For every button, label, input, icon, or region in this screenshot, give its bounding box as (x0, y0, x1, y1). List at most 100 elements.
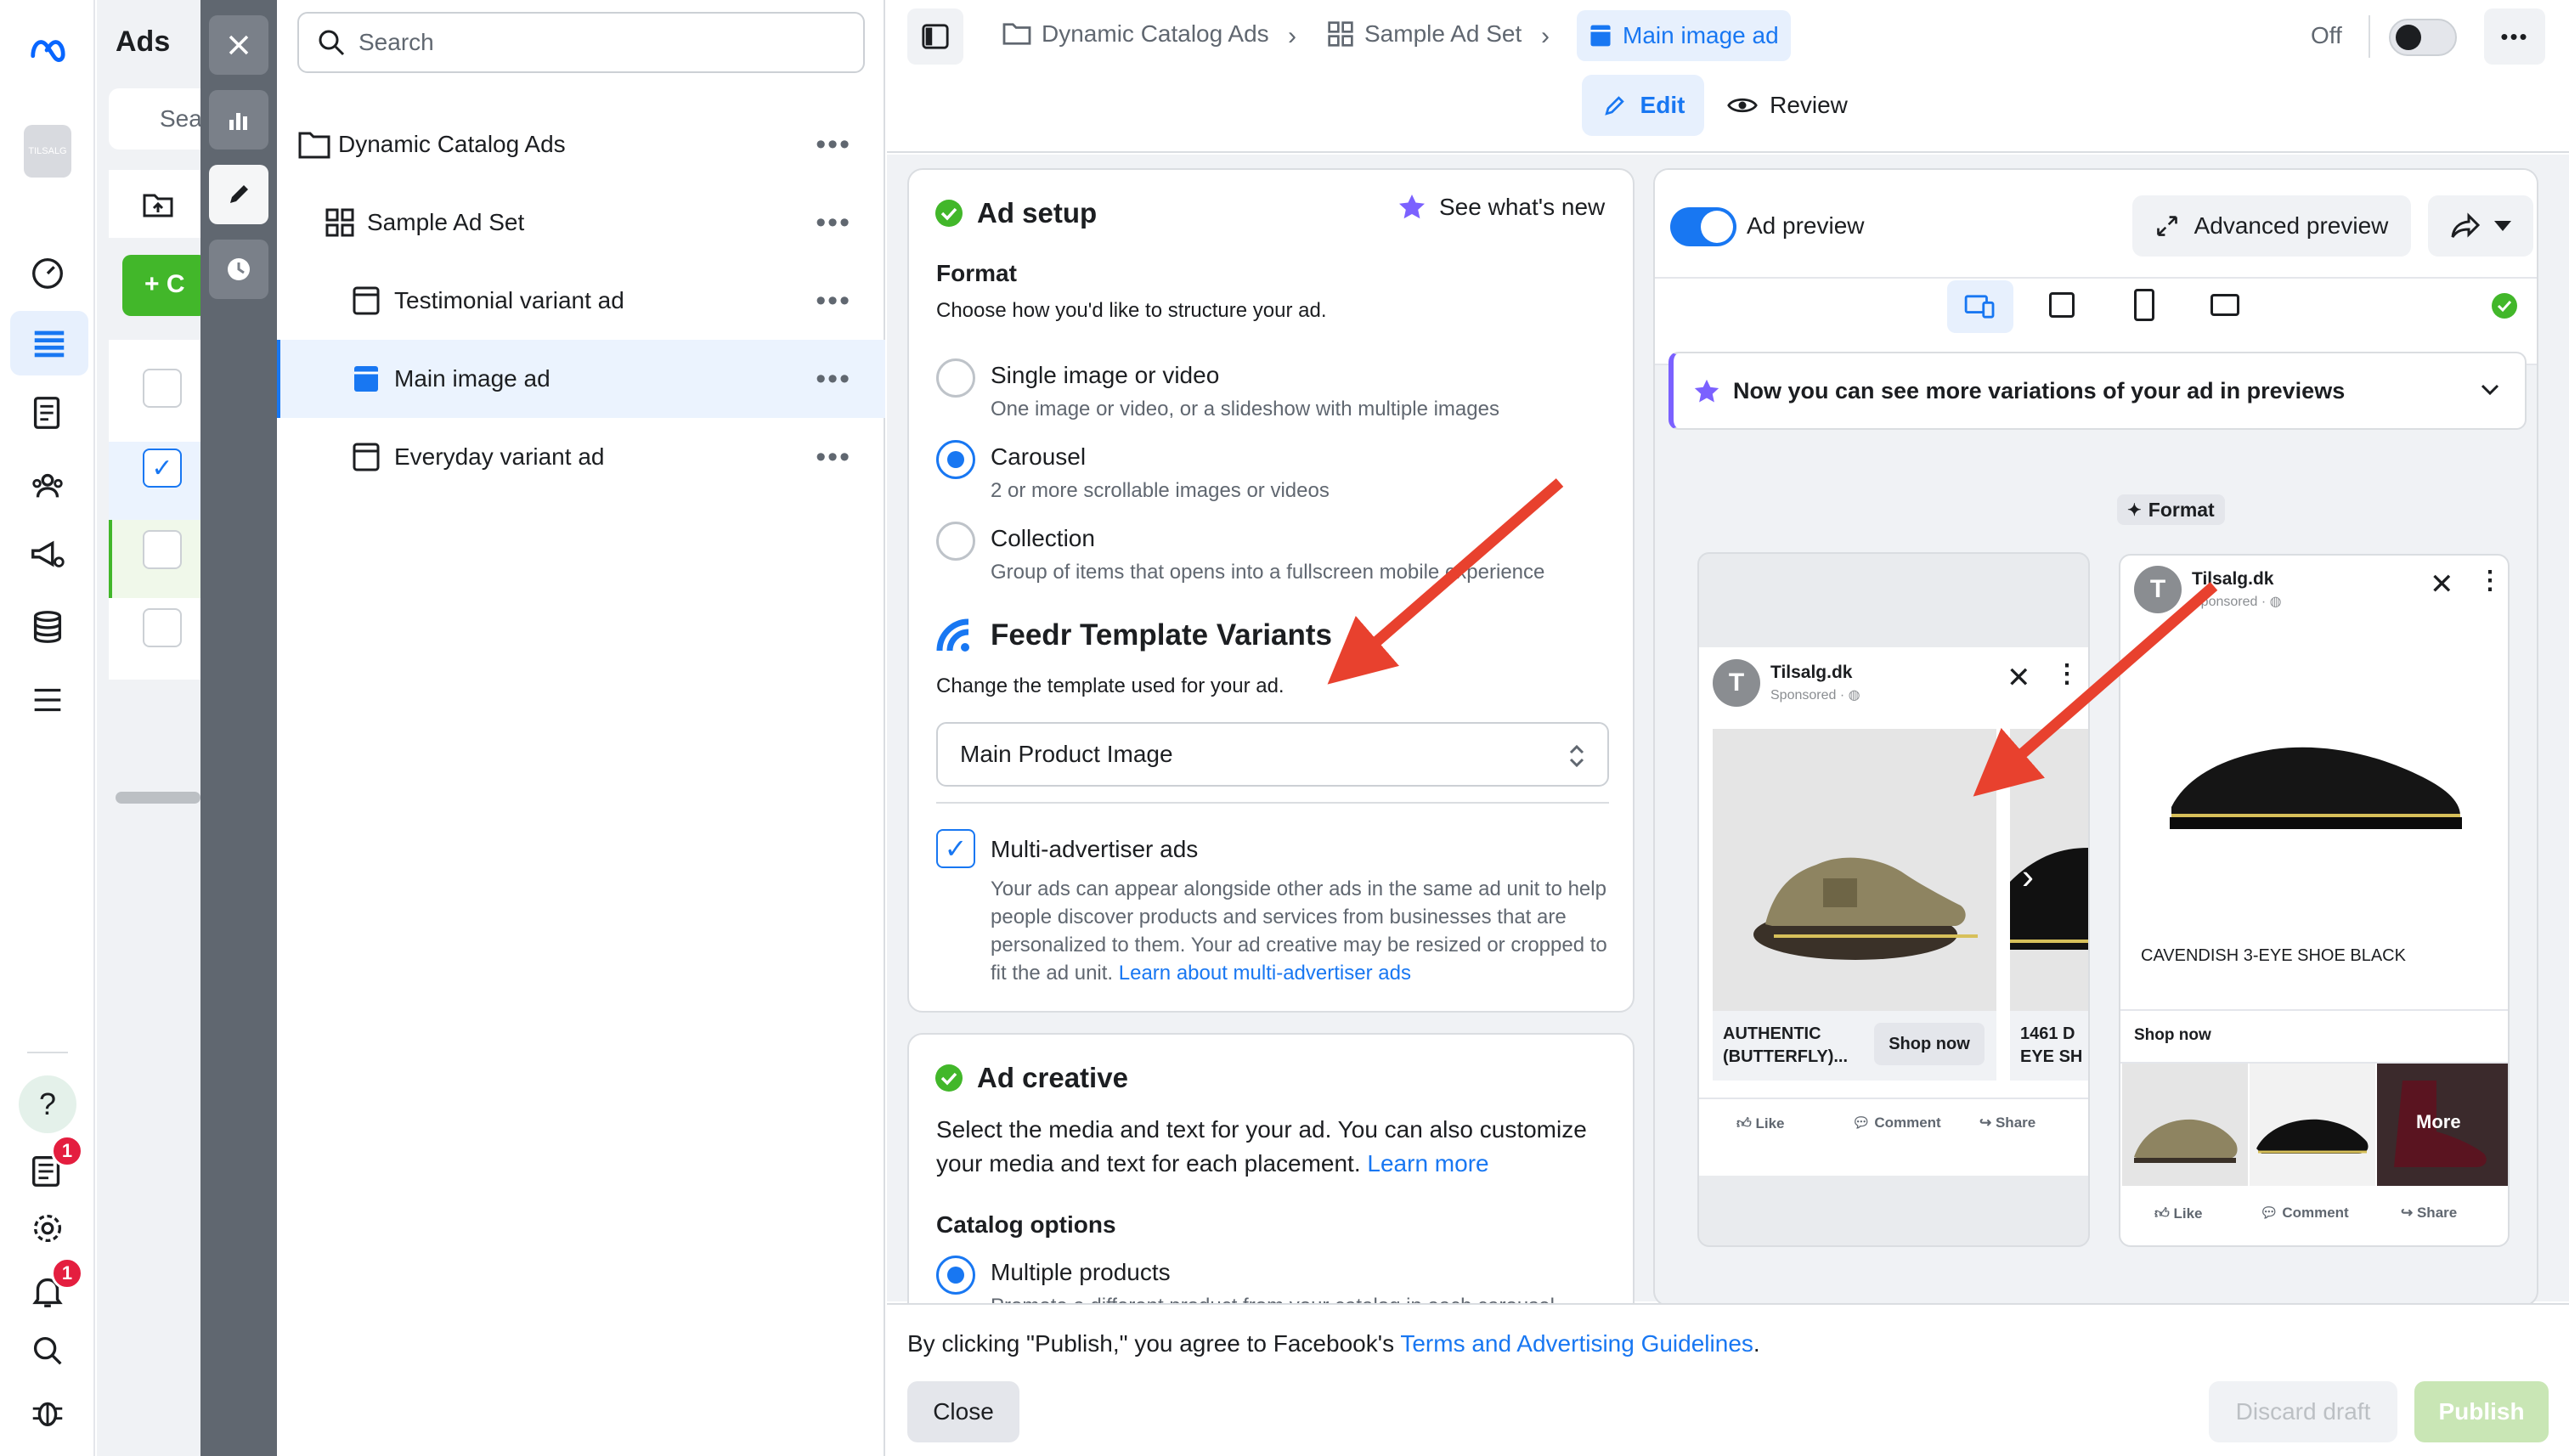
more-options-icon[interactable]: ••• (816, 363, 851, 396)
tree-item-ad[interactable]: Everyday variant ad ••• (277, 418, 885, 496)
like-action[interactable]: 👍︎ Like (2154, 1205, 2203, 1222)
meta-logo-icon[interactable] (24, 27, 71, 75)
ads-search-partial[interactable]: Sea (109, 88, 211, 150)
collection-thumb[interactable] (2250, 1064, 2375, 1186)
placement-desktop-mobile-tab[interactable] (1947, 280, 2013, 333)
more-options-icon[interactable]: ••• (816, 206, 851, 240)
edit-pencil-button[interactable] (209, 165, 268, 224)
format-chip: ✦ Format (2117, 494, 2225, 525)
format-option-label: Carousel (991, 443, 1087, 470)
tree-item-ad[interactable]: Testimonial variant ad ••• (277, 262, 885, 340)
advanced-preview-button[interactable]: Advanced preview (2132, 195, 2411, 257)
row-checkbox[interactable] (143, 369, 182, 408)
expand-icon (2156, 216, 2177, 236)
placement-horizontal-icon[interactable] (2210, 294, 2239, 316)
breadcrumb-campaign[interactable]: Dynamic Catalog Ads (1002, 20, 1269, 48)
search-icon[interactable] (24, 1327, 71, 1374)
share-preview-button[interactable] (2428, 195, 2533, 257)
left-nav-rail: TILSALG ? 1 1 (0, 0, 95, 1456)
tree-item-campaign[interactable]: Dynamic Catalog Ads ••• (277, 105, 885, 183)
pencil-icon (230, 185, 248, 203)
carousel-next-chevron-icon[interactable]: › (2022, 856, 2034, 897)
see-whats-new-link[interactable]: See what's new (1397, 192, 1605, 223)
format-radio-single[interactable] (936, 358, 975, 398)
terms-link[interactable]: Terms and Advertising Guidelines (1400, 1330, 1753, 1357)
shop-now-button[interactable]: Shop now (1874, 1023, 1985, 1065)
publish-bar: By clicking "Publish," you agree to Face… (887, 1303, 2569, 1456)
all-tools-menu-icon[interactable] (24, 676, 71, 724)
horizontal-scrollbar[interactable] (116, 792, 200, 804)
ad-creative-card: Ad creative Select the media and text fo… (907, 1033, 1635, 1322)
preview-variations-banner[interactable]: Now you can see more variations of your … (1668, 352, 2527, 430)
more-options-button[interactable]: ••• (2484, 8, 2545, 65)
format-option-desc: One image or video, or a slideshow with … (991, 398, 1499, 420)
multi-advertiser-checkbox[interactable]: ✓ (936, 829, 975, 868)
placement-square-icon[interactable] (2049, 292, 2075, 318)
template-select[interactable]: Main Product Image (936, 722, 1609, 787)
tree-search-input[interactable]: Search (297, 12, 865, 73)
placement-vertical-icon[interactable] (2134, 289, 2154, 321)
help-icon[interactable]: ? (19, 1075, 76, 1133)
learn-more-link[interactable]: Learn more (1367, 1150, 1488, 1177)
comment-action[interactable]: 💬︎ Comment (2260, 1205, 2349, 1222)
more-options-icon[interactable]: ••• (816, 128, 851, 161)
campaigns-table-icon[interactable] (10, 311, 88, 375)
format-option-label: Collection (991, 525, 1095, 551)
collection-thumb[interactable] (2122, 1064, 2248, 1186)
multi-advertiser-label: Multi-advertiser ads (991, 836, 1199, 862)
row-checkbox[interactable] (143, 608, 182, 647)
format-radio-carousel[interactable] (936, 440, 975, 479)
learn-multi-advertiser-link[interactable]: Learn about multi-advertiser ads (1119, 962, 1411, 985)
create-button-partial[interactable]: + C (122, 255, 207, 316)
check-circle-icon (935, 200, 963, 227)
share-action[interactable]: ↪ Share (1979, 1115, 2035, 1132)
grid-icon (1328, 21, 1353, 47)
advertising-settings-icon[interactable] (24, 530, 71, 578)
page-avatar: T (2134, 566, 2182, 613)
ad-preview-toggle[interactable] (1670, 207, 1736, 246)
more-options-icon[interactable]: ••• (816, 441, 851, 474)
editor-side-toolbar (200, 0, 277, 1456)
folder-upload-icon[interactable] (141, 187, 175, 221)
history-button[interactable] (209, 240, 268, 299)
sparkle-icon: ✦ (2127, 500, 2142, 520)
more-vertical-icon[interactable]: ⋮ (2477, 566, 2503, 595)
close-icon[interactable]: ✕ (2430, 567, 2454, 601)
carousel-image-next: › (2010, 729, 2088, 1011)
publish-button[interactable]: Publish (2414, 1381, 2549, 1442)
tab-edit[interactable]: Edit (1582, 75, 1704, 136)
more-vertical-icon[interactable]: ⋮ (2054, 659, 2080, 689)
format-radio-collection[interactable] (936, 522, 975, 561)
bug-report-icon[interactable] (24, 1388, 71, 1436)
collection-thumb-more[interactable]: More (2377, 1064, 2508, 1186)
discard-draft-button[interactable]: Discard draft (2209, 1381, 2397, 1442)
tree-item-ad-selected[interactable]: Main image ad ••• (277, 340, 885, 418)
comment-action[interactable]: 💬︎ Comment (1852, 1115, 1941, 1132)
account-avatar[interactable]: TILSALG (24, 125, 71, 178)
close-icon[interactable]: ✕ (2007, 661, 2031, 695)
tab-review[interactable]: Review (1718, 75, 1857, 136)
reports-icon[interactable] (24, 389, 71, 437)
shop-now-label[interactable]: Shop now (2134, 1026, 2211, 1045)
close-button[interactable]: Close (907, 1381, 1019, 1442)
data-sources-icon[interactable] (24, 603, 71, 651)
like-action[interactable]: 👍︎ Like (1736, 1115, 1785, 1132)
audiences-icon[interactable] (24, 462, 71, 510)
row-checkbox[interactable] (143, 530, 182, 569)
catalog-radio-multiple[interactable] (936, 1256, 975, 1295)
share-action[interactable]: ↪ Share (2401, 1205, 2457, 1222)
settings-gear-icon[interactable] (24, 1205, 71, 1252)
tree-item-ad-set[interactable]: Sample Ad Set ••• (277, 183, 885, 262)
breadcrumb-ad-set[interactable]: Sample Ad Set (1327, 20, 1522, 48)
insights-chart-button[interactable] (209, 90, 268, 150)
row-checkbox-checked[interactable]: ✓ (143, 449, 182, 488)
eye-icon (1727, 98, 1758, 113)
close-panel-button[interactable] (209, 15, 268, 75)
ad-on-off-toggle[interactable] (2389, 19, 2457, 56)
tree-item-label: Everyday variant ad (394, 443, 605, 470)
breadcrumb-ad-current[interactable]: Main image ad (1577, 10, 1791, 61)
more-options-icon[interactable]: ••• (816, 285, 851, 318)
star-icon (1694, 379, 1719, 403)
dashboard-gauge-icon[interactable] (24, 248, 71, 296)
toggle-sidebar-button[interactable] (907, 8, 963, 65)
